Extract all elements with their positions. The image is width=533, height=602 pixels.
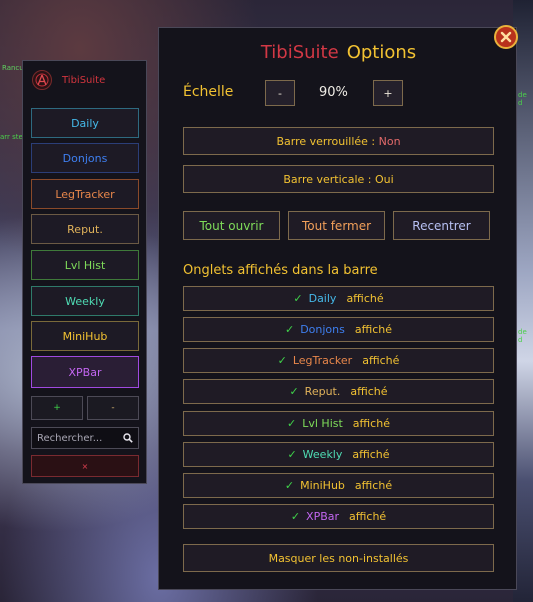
sidebar-title: TibiSuite — [62, 74, 106, 86]
tab-toggle-label: Lvl Hist — [302, 417, 343, 430]
scale-decrease-button[interactable]: - — [265, 80, 295, 106]
sidebar-search — [31, 427, 139, 449]
scale-increase-button[interactable]: + — [373, 80, 403, 106]
tab-toggle-status: affiché — [354, 479, 393, 492]
check-icon: ✓ — [290, 510, 301, 523]
tab-toggle-lvl-hist[interactable]: ✓ Lvl Hist affiché — [183, 411, 494, 436]
close-icon[interactable] — [494, 25, 518, 49]
sidebar-item-donjons[interactable]: Donjons — [31, 143, 139, 173]
vertical-bar-toggle[interactable]: Barre verticale : Oui — [183, 165, 494, 193]
sidebar-minus-button[interactable]: - — [87, 396, 139, 420]
panel-title: TibiSuite Options — [159, 42, 518, 63]
tab-toggle-label: Weekly — [302, 448, 343, 461]
sidebar-plus-button[interactable]: + — [31, 396, 83, 420]
background-text: de d — [518, 91, 527, 107]
sidebar-item-reput[interactable]: Reput. — [31, 214, 139, 244]
tabs-section-title: Onglets affichés dans la barre — [183, 263, 378, 278]
check-icon: ✓ — [284, 323, 295, 336]
tab-toggle-status: affiché — [349, 510, 387, 523]
tab-toggle-minihub[interactable]: ✓ MiniHub affiché — [183, 473, 494, 498]
panel-title-options: Options — [346, 42, 417, 63]
tab-toggle-label: Daily — [308, 292, 337, 305]
tab-toggle-status: affiché — [354, 323, 393, 336]
check-icon: ✓ — [277, 354, 287, 367]
sidebar-close-button[interactable]: × — [31, 455, 139, 477]
check-icon: ✓ — [287, 417, 297, 430]
sidebar-item-lvl-hist[interactable]: Lvl Hist — [31, 250, 139, 280]
tab-toggle-label: Reput. — [304, 385, 341, 398]
tibisuite-sidebar: TibiSuite Daily Donjons LegTracker Reput… — [22, 60, 147, 484]
tab-toggle-legtracker[interactable]: ✓ LegTracker affiché — [183, 348, 494, 373]
tab-toggle-donjons[interactable]: ✓ Donjons affiché — [183, 317, 494, 342]
tab-toggle-reput[interactable]: ✓ Reput. affiché — [183, 379, 494, 404]
scale-label: Échelle — [183, 84, 234, 100]
scale-value: 90% — [319, 85, 348, 100]
sidebar-item-weekly[interactable]: Weekly — [31, 286, 139, 316]
tab-toggle-status: affiché — [362, 354, 400, 367]
tab-toggle-label: Donjons — [300, 323, 345, 336]
recenter-button[interactable]: Recentrer — [393, 211, 490, 240]
sidebar-header: TibiSuite — [32, 70, 105, 90]
lock-bar-toggle[interactable]: Barre verrouillée : Non — [183, 127, 494, 155]
options-panel: TibiSuite Options Échelle - 90% + Barre v… — [158, 27, 517, 590]
hide-uninstalled-button[interactable]: Masquer les non-installés — [183, 544, 494, 572]
tab-toggle-daily[interactable]: ✓ Daily affiché — [183, 286, 494, 311]
logo-icon[interactable] — [32, 70, 52, 90]
sidebar-item-daily[interactable]: Daily — [31, 108, 139, 138]
open-all-button[interactable]: Tout ouvrir — [183, 211, 280, 240]
tab-toggle-label: MiniHub — [300, 479, 345, 492]
sidebar-item-xpbar[interactable]: XPBar — [31, 356, 139, 388]
background-text: de d — [518, 328, 527, 344]
search-icon[interactable] — [123, 433, 133, 443]
lock-bar-label: Barre verrouillée : — [276, 134, 376, 148]
tab-toggle-label: LegTracker — [292, 354, 353, 367]
check-icon: ✓ — [287, 448, 297, 461]
tab-toggle-status: affiché — [352, 417, 390, 430]
sidebar-item-legtracker[interactable]: LegTracker — [31, 179, 139, 209]
check-icon: ✓ — [293, 292, 303, 305]
panel-title-brand: TibiSuite — [260, 42, 339, 63]
tab-toggle-status: affiché — [346, 292, 384, 305]
tab-toggle-status: affiché — [352, 448, 390, 461]
search-input[interactable] — [32, 428, 118, 448]
tab-toggle-status: affiché — [350, 385, 388, 398]
background-text: arr ste — [0, 133, 23, 141]
check-icon: ✓ — [289, 385, 299, 398]
lock-bar-value: Non — [378, 134, 401, 148]
tab-toggle-weekly[interactable]: ✓ Weekly affiché — [183, 442, 494, 467]
close-all-button[interactable]: Tout fermer — [288, 211, 385, 240]
tab-toggle-xpbar[interactable]: ✓ XPBar affiché — [183, 504, 494, 529]
check-icon: ✓ — [284, 479, 295, 492]
tab-toggle-label: XPBar — [306, 510, 340, 523]
sidebar-item-minihub[interactable]: MiniHub — [31, 321, 139, 351]
